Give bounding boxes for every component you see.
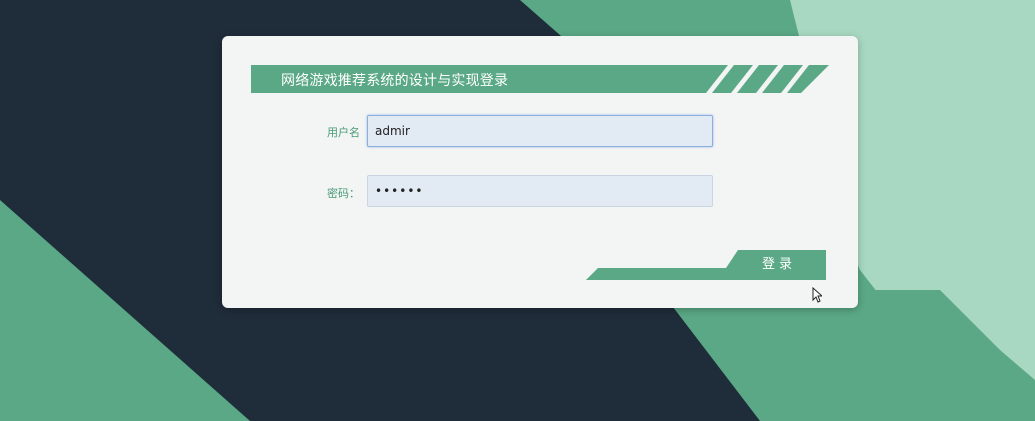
login-button[interactable]: 登录 [734,250,824,280]
login-button-area: 登录 [586,250,826,280]
password-input[interactable] [367,175,713,207]
title-bar: 网络游戏推荐系统的设计与实现登录 [251,65,829,93]
username-label: 用户名 [327,126,360,139]
login-card: 网络游戏推荐系统的设计与实现登录 用户名 密码： 登录 [222,36,858,308]
mouse-pointer-icon [812,287,822,303]
username-input[interactable] [367,115,713,147]
login-page: 网络游戏推荐系统的设计与实现登录 用户名 密码： 登录 [0,0,1035,421]
password-label: 密码： [327,187,360,200]
page-title: 网络游戏推荐系统的设计与实现登录 [281,73,509,89]
